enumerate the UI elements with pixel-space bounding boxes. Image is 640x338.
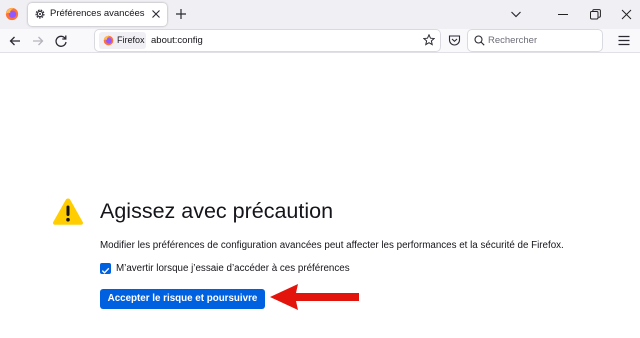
forward-icon[interactable] (31, 34, 45, 48)
warning-description: Modifier les préférences de configuratio… (100, 240, 564, 251)
close-icon[interactable] (151, 9, 161, 19)
red-arrow-icon (270, 284, 359, 310)
minimize-icon[interactable] (558, 14, 568, 15)
warn-checkbox[interactable] (100, 263, 111, 274)
back-icon[interactable] (8, 34, 22, 48)
tab-preferences-avancees[interactable]: Préférences avancées (28, 3, 167, 26)
checkmark-icon (101, 267, 110, 274)
url-text[interactable]: about:config (151, 35, 203, 46)
warning-icon (53, 198, 83, 225)
hamburger-menu-icon[interactable] (618, 35, 630, 46)
search-bar[interactable] (468, 30, 602, 51)
tab-title: Préférences avancées (50, 8, 145, 19)
identity-label: Firefox (117, 35, 145, 45)
close-icon[interactable] (621, 9, 632, 20)
search-icon (474, 35, 485, 46)
identity-box[interactable]: Firefox (99, 32, 146, 49)
plus-icon[interactable] (175, 8, 187, 20)
firefox-logo-icon[interactable] (5, 7, 19, 21)
restore-icon[interactable] (590, 9, 601, 20)
search-input[interactable] (488, 32, 596, 49)
warn-checkbox-label[interactable]: M’avertir lorsque j’essaie d’accéder à c… (116, 263, 350, 274)
chevron-down-icon[interactable] (510, 9, 522, 19)
star-icon[interactable] (423, 34, 435, 46)
page-title: Agissez avec précaution (100, 199, 334, 223)
firefox-logo-icon (103, 35, 114, 46)
accept-risk-button[interactable]: Accepter le risque et poursuivre (100, 289, 265, 309)
url-bar[interactable]: Firefox about:config (95, 30, 440, 51)
gear-icon (35, 9, 45, 19)
pocket-icon[interactable] (448, 34, 461, 47)
tab-strip: Préférences avancées (0, 0, 640, 29)
reload-icon[interactable] (54, 34, 68, 48)
navigation-bar: Firefox about:config (0, 29, 640, 53)
